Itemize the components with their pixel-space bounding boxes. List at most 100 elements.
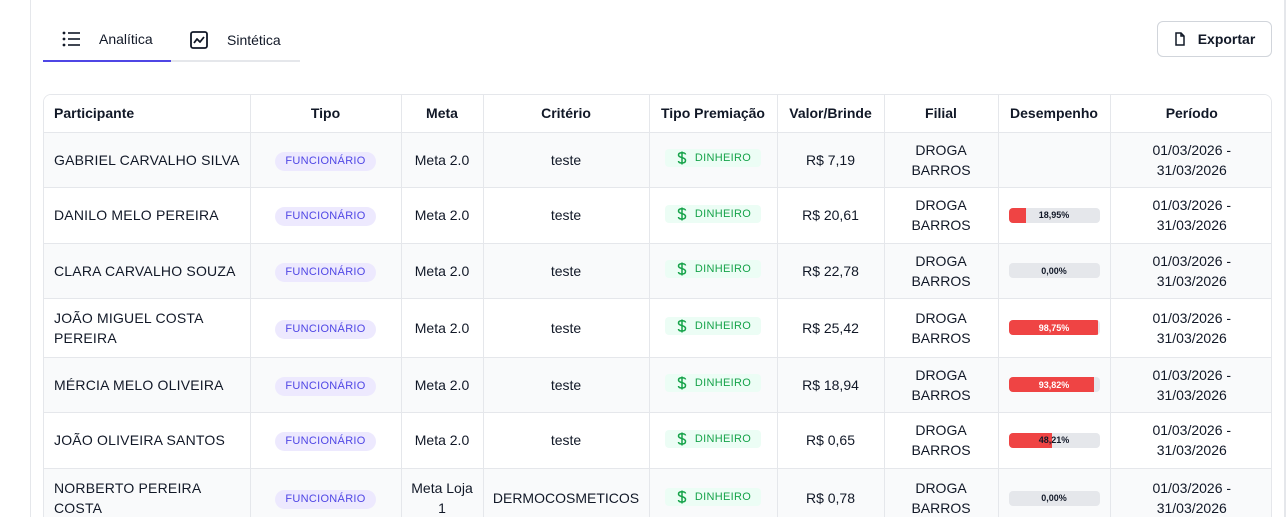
- table-row[interactable]: JOÃO MIGUEL COSTA PEREIRA FUNCIONÁRIO Me…: [44, 298, 1271, 358]
- meta-cell: Meta Loja 1: [401, 468, 484, 517]
- table-row[interactable]: GABRIEL CARVALHO SILVA FUNCIONÁRIO Meta …: [44, 132, 1271, 188]
- performance-bar: 0,00%: [1008, 490, 1100, 506]
- valor-cell: R$ 20,61: [777, 187, 885, 244]
- header-participante[interactable]: Participante: [44, 95, 251, 133]
- tab-analitica[interactable]: Analítica: [43, 18, 171, 62]
- table-body: GABRIEL CARVALHO SILVA FUNCIONÁRIO Meta …: [44, 132, 1271, 517]
- dollar-icon: [677, 432, 689, 446]
- desempenho-cell: 0,00%: [998, 468, 1111, 517]
- dollar-icon: [677, 207, 689, 221]
- tab-sintetica[interactable]: Sintética: [171, 18, 300, 62]
- periodo-cell: 01/03/2026 - 31/03/2026: [1110, 468, 1271, 517]
- meta-cell: Meta 2.0: [401, 132, 484, 188]
- header-criterio[interactable]: Critério: [483, 95, 650, 133]
- performance-label: 48,21%: [1038, 435, 1070, 445]
- tipo-cell: FUNCIONÁRIO: [250, 243, 402, 299]
- header-filial[interactable]: Filial: [884, 95, 999, 133]
- periodo-cell: 01/03/2026 - 31/03/2026: [1110, 243, 1271, 299]
- premiacao-cell: DINHEIRO: [649, 132, 778, 188]
- tipo-badge: FUNCIONÁRIO: [275, 319, 376, 339]
- meta-cell: Meta 2.0: [401, 298, 484, 358]
- dollar-icon: [677, 319, 689, 333]
- tipo-badge: FUNCIONÁRIO: [275, 432, 376, 451]
- periodo-cell: 01/03/2026 - 31/03/2026: [1110, 412, 1271, 469]
- participant-name: JOÃO MIGUEL COSTA PEREIRA: [44, 298, 251, 358]
- left-rail: [0, 0, 31, 517]
- meta-cell: Meta 2.0: [401, 243, 484, 299]
- filial-cell: DROGA BARROS: [884, 357, 999, 413]
- performance-label: 98,75%: [1038, 322, 1070, 333]
- performance-label: 93,82%: [1038, 379, 1070, 390]
- filial-cell: DROGA BARROS: [884, 468, 999, 517]
- performance-bar: 18,95%: [1008, 207, 1100, 223]
- premiacao-badge: DINHEIRO: [664, 317, 762, 335]
- table-row[interactable]: MÉRCIA MELO OLIVEIRA FUNCIONÁRIO Meta 2.…: [44, 357, 1271, 413]
- header-periodo[interactable]: Período: [1110, 95, 1271, 133]
- header-tipo-premiacao[interactable]: Tipo Premiação: [649, 95, 778, 133]
- list-icon: [61, 29, 81, 49]
- performance-bar: 93,82%: [1008, 377, 1100, 392]
- criterio-cell: teste: [483, 243, 650, 299]
- premiacao-cell: DINHEIRO: [649, 187, 778, 244]
- filial-cell: DROGA BARROS: [884, 187, 999, 244]
- tab-sintetica-label: Sintética: [227, 32, 281, 48]
- export-file-icon: [1174, 32, 1188, 46]
- periodo-cell: 01/03/2026 - 31/03/2026: [1110, 187, 1271, 244]
- criterio-cell: teste: [483, 412, 650, 469]
- participant-name: JOÃO OLIVEIRA SANTOS: [44, 412, 251, 469]
- tipo-cell: FUNCIONÁRIO: [250, 132, 402, 188]
- export-button[interactable]: Exportar: [1157, 21, 1272, 57]
- premiacao-badge: DINHEIRO: [664, 149, 762, 167]
- participant-name: GABRIEL CARVALHO SILVA: [44, 132, 251, 188]
- meta-cell: Meta 2.0: [401, 187, 484, 244]
- tipo-badge: FUNCIONÁRIO: [275, 151, 376, 171]
- valor-cell: R$ 25,42: [777, 298, 885, 358]
- view-tabs: Analítica Sintética: [43, 18, 300, 62]
- filial-cell: DROGA BARROS: [884, 132, 999, 188]
- premiacao-badge: DINHEIRO: [664, 487, 762, 506]
- tipo-badge: FUNCIONÁRIO: [275, 376, 376, 396]
- periodo-cell: 01/03/2026 - 31/03/2026: [1110, 357, 1271, 413]
- participant-name: CLARA CARVALHO SOUZA: [44, 243, 251, 299]
- premiacao-badge: DINHEIRO: [664, 374, 762, 392]
- participant-name: MÉRCIA MELO OLIVEIRA: [44, 357, 251, 413]
- results-table: Participante Tipo Meta Critério Tipo Pre…: [43, 94, 1272, 517]
- table-row[interactable]: NORBERTO PEREIRA COSTA FUNCIONÁRIO Meta …: [44, 468, 1271, 517]
- valor-cell: R$ 0,65: [777, 412, 885, 469]
- meta-cell: Meta 2.0: [401, 412, 484, 469]
- premiacao-badge: DINHEIRO: [664, 429, 762, 448]
- periodo-cell: 01/03/2026 - 31/03/2026: [1110, 298, 1271, 358]
- chart-icon: [189, 30, 209, 50]
- header-desempenho[interactable]: Desempenho: [998, 95, 1111, 133]
- desempenho-cell: 48,21%: [998, 412, 1111, 469]
- table-row[interactable]: DANILO MELO PEREIRA FUNCIONÁRIO Meta 2.0…: [44, 187, 1271, 244]
- desempenho-cell: 98,75%: [998, 298, 1111, 358]
- premiacao-cell: DINHEIRO: [649, 298, 778, 358]
- desempenho-cell: 93,82%: [998, 357, 1111, 413]
- tab-analitica-label: Analítica: [99, 31, 153, 47]
- premiacao-badge: DINHEIRO: [664, 204, 762, 223]
- valor-cell: R$ 18,94: [777, 357, 885, 413]
- export-button-label: Exportar: [1197, 31, 1256, 47]
- tipo-cell: FUNCIONÁRIO: [250, 412, 402, 469]
- header-valor-brinde[interactable]: Valor/Brinde: [777, 95, 885, 133]
- tipo-cell: FUNCIONÁRIO: [250, 357, 402, 413]
- header-tipo[interactable]: Tipo: [250, 95, 402, 133]
- valor-cell: R$ 22,78: [777, 243, 885, 299]
- valor-cell: R$ 7,19: [777, 132, 885, 188]
- premiacao-cell: DINHEIRO: [649, 468, 778, 517]
- performance-label: 18,95%: [1038, 210, 1070, 220]
- valor-cell: R$ 0,78: [777, 468, 885, 517]
- tipo-cell: FUNCIONÁRIO: [250, 468, 402, 517]
- criterio-cell: teste: [483, 187, 650, 244]
- table-row[interactable]: CLARA CARVALHO SOUZA FUNCIONÁRIO Meta 2.…: [44, 243, 1271, 299]
- header-meta[interactable]: Meta: [401, 95, 484, 133]
- performance-bar: 98,75%: [1008, 320, 1100, 335]
- participant-name: NORBERTO PEREIRA COSTA: [44, 468, 251, 517]
- desempenho-cell: 0,00%: [998, 243, 1111, 299]
- desempenho-cell: [998, 132, 1111, 188]
- table-row[interactable]: JOÃO OLIVEIRA SANTOS FUNCIONÁRIO Meta 2.…: [44, 412, 1271, 469]
- premiacao-cell: DINHEIRO: [649, 243, 778, 299]
- premiacao-cell: DINHEIRO: [649, 412, 778, 469]
- tipo-badge: FUNCIONÁRIO: [275, 207, 376, 226]
